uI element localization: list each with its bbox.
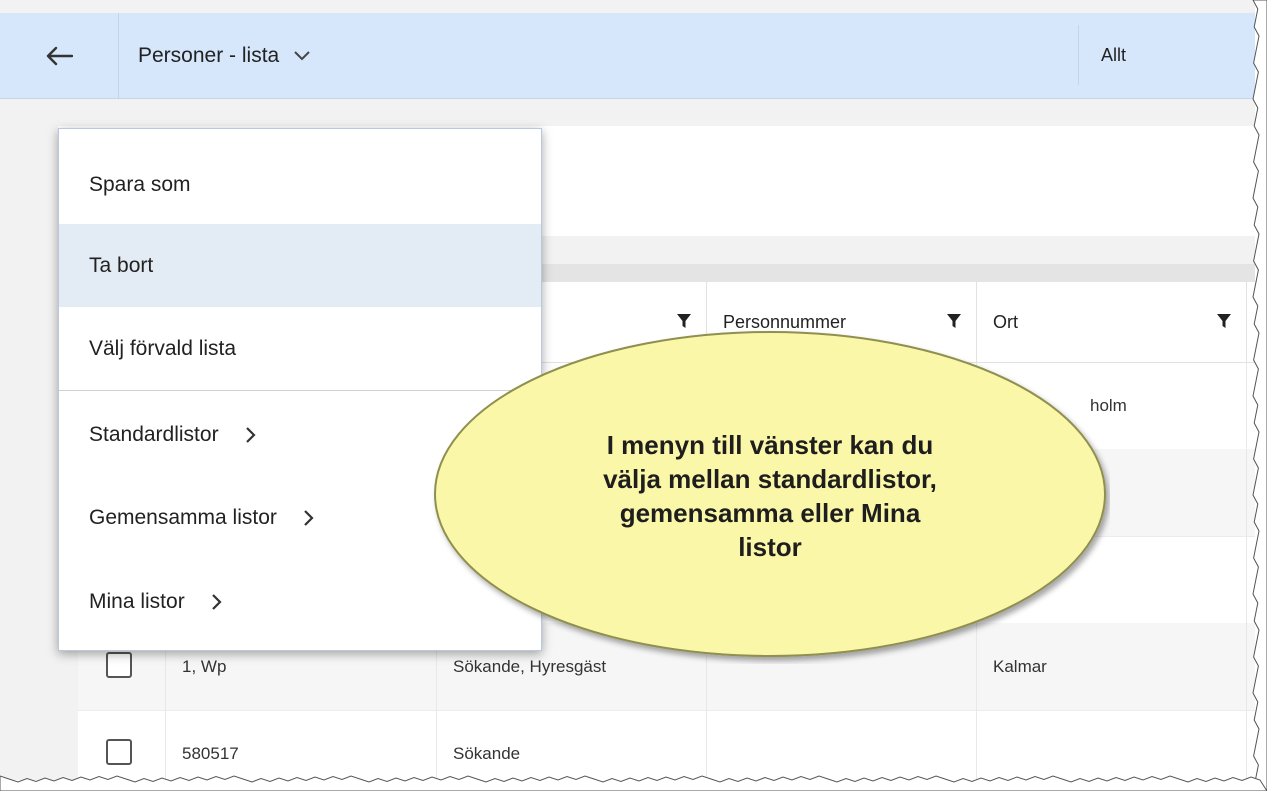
- callout-line: gemensamma eller Mina: [619, 498, 921, 528]
- menu-item-label: Välj förvald lista: [89, 336, 237, 360]
- arrow-left-icon: [46, 46, 73, 65]
- callout-line: välja mellan standardlistor,: [603, 464, 937, 494]
- menu-item-label: Standardlistor: [89, 422, 219, 446]
- menu-item-ta-bort[interactable]: Ta bort: [59, 224, 541, 307]
- chevron-right-icon: [211, 593, 222, 610]
- row-checkbox[interactable]: [106, 739, 132, 765]
- list-selector[interactable]: Personer - lista: [138, 13, 311, 98]
- menu-item-label: Ta bort: [89, 253, 154, 277]
- app-screen: Personer - lista Allt kategori Personnum…: [0, 0, 1255, 780]
- menu-item-spara-som[interactable]: Spara som: [59, 143, 541, 226]
- back-button[interactable]: [0, 13, 119, 98]
- row-checkbox[interactable]: [106, 652, 132, 678]
- callout-line: listor: [738, 532, 802, 562]
- menu-item-label: Mina listor: [89, 589, 185, 613]
- torn-edge-right: [1252, 0, 1267, 791]
- chevron-right-icon: [304, 509, 314, 526]
- scope-filter[interactable]: Allt: [1078, 25, 1255, 85]
- menu-item-label: Spara som: [89, 172, 191, 196]
- chevron-right-icon: [245, 426, 256, 443]
- chevron-down-icon: [294, 50, 310, 60]
- torn-edge-bottom: [0, 775, 1267, 791]
- menu-item-label: Gemensamma listor: [89, 505, 277, 529]
- list-title: Personer - lista: [138, 43, 280, 67]
- top-bar: Personer - lista Allt: [0, 13, 1255, 99]
- callout-line: I menyn till vänster kan du: [606, 430, 934, 460]
- scope-filter-value: Allt: [1101, 44, 1127, 65]
- filter-icon[interactable]: [1216, 313, 1232, 329]
- callout-text: I menyn till vänster kan du välja mellan…: [480, 428, 1060, 564]
